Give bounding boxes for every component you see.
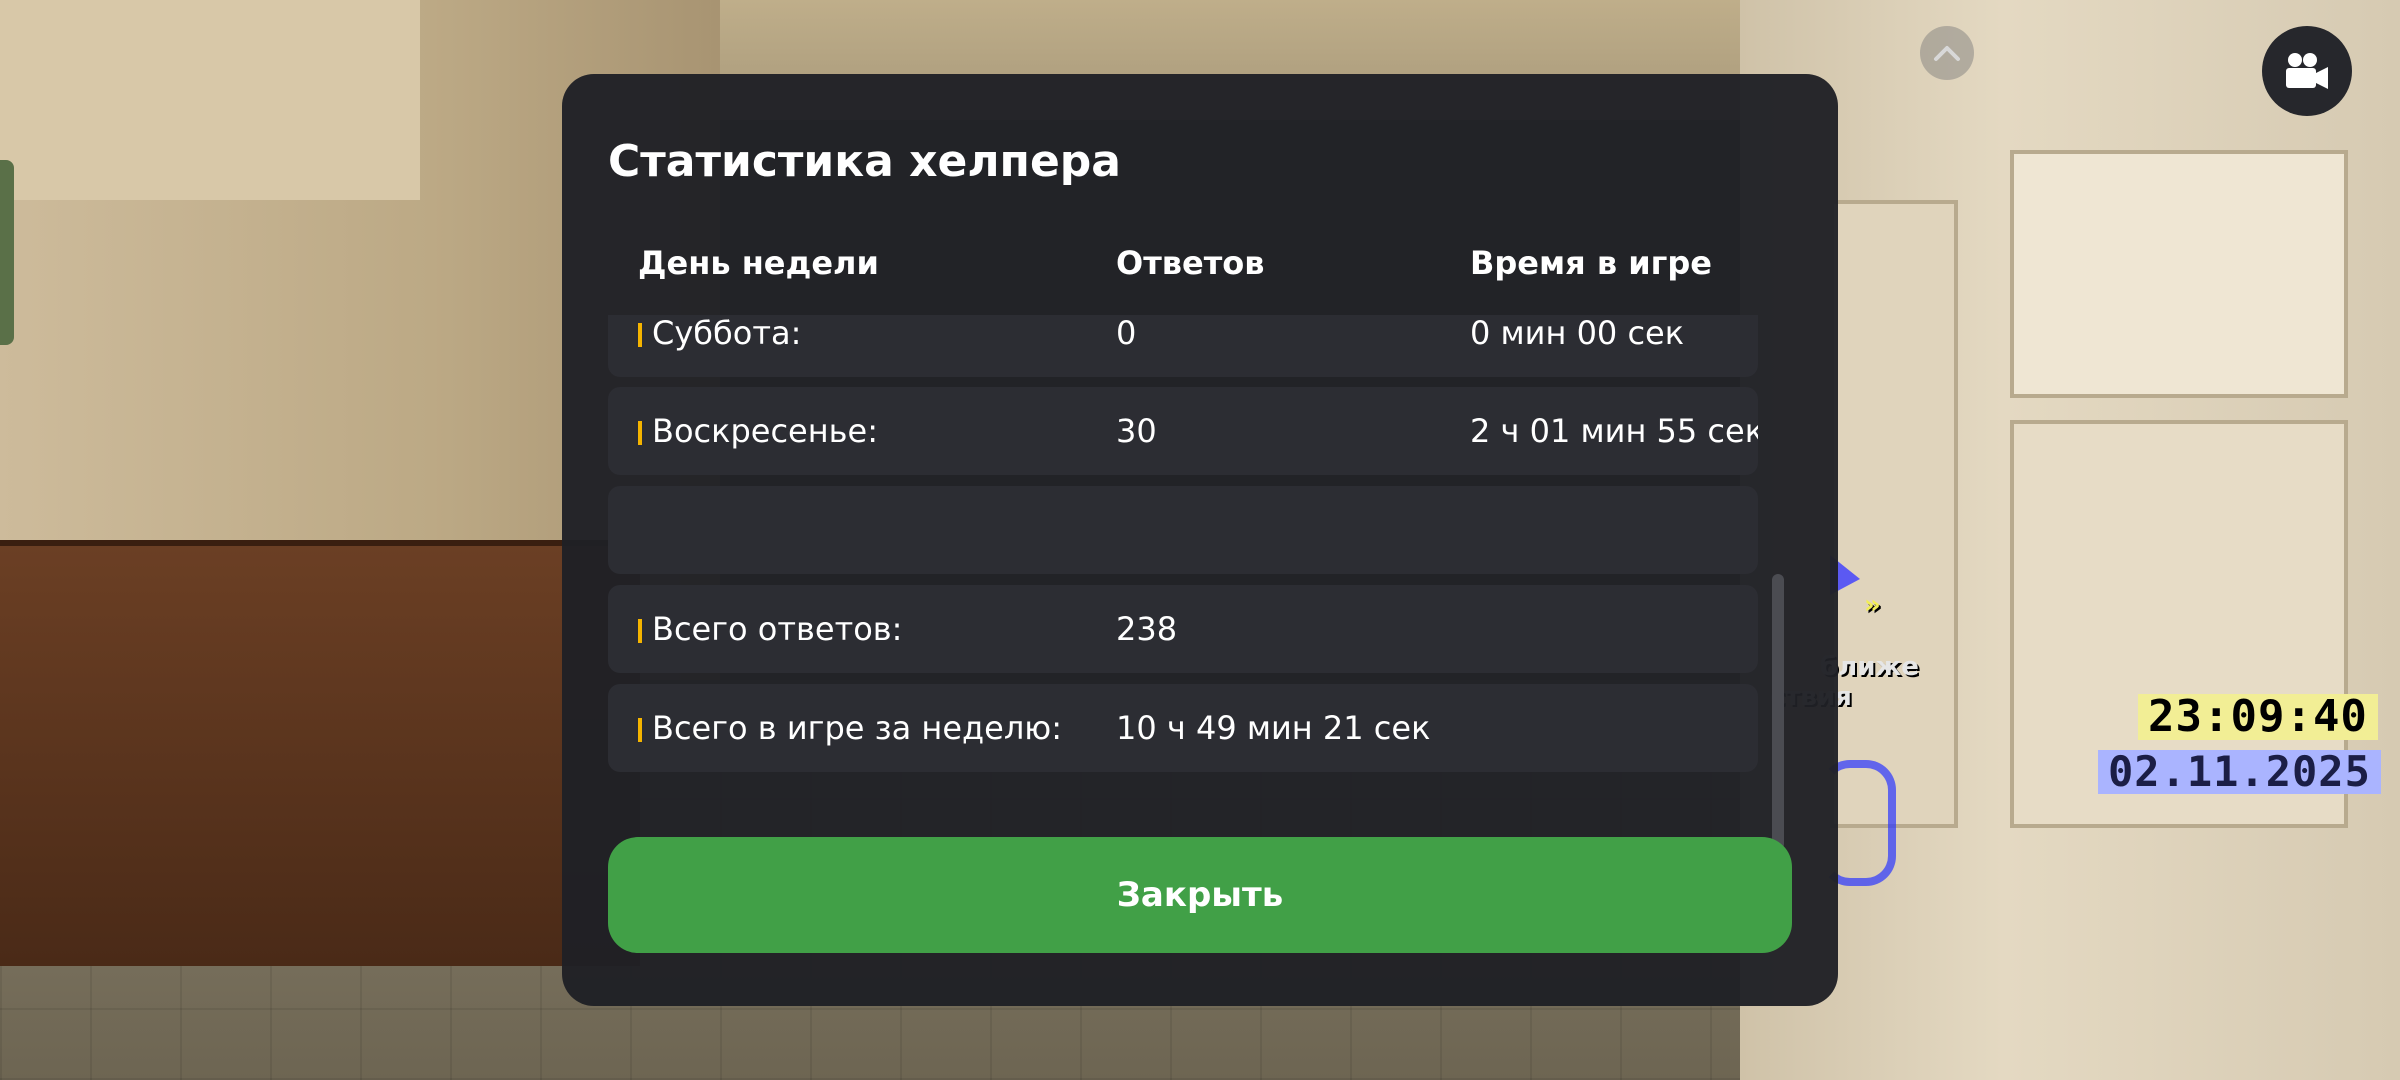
world-label: »: [1864, 590, 1881, 620]
wall-panel: [1830, 200, 1958, 828]
row-time: 0 мин 00 сек: [1470, 315, 1685, 352]
modal-title: Статистика хелпера: [608, 136, 1121, 187]
chevron-up-icon: [1934, 46, 1960, 61]
scrollbar[interactable]: [1772, 574, 1784, 850]
table-row-total-answers: Всего ответов: 238: [608, 585, 1758, 673]
hud-clock: 23:09:40: [2138, 694, 2378, 740]
left-wall-band: [0, 0, 420, 200]
table-row: Воскресенье: 30 2 ч 01 мин 55 сек: [608, 387, 1758, 475]
stats-table[interactable]: Суббота: 0 0 мин 00 сек Воскресенье: 30 …: [608, 315, 1758, 850]
accent-bar: [638, 718, 642, 742]
column-header-day: День недели: [638, 244, 879, 282]
row-day-label: Всего в игре за неделю:: [652, 709, 1062, 747]
row-day: Воскресенье:: [638, 387, 878, 475]
column-header-time: Время в игре: [1470, 244, 1712, 282]
row-day: Всего в игре за неделю:: [638, 684, 1062, 772]
table-row-total-time: Всего в игре за неделю: 10 ч 49 мин 21 с…: [608, 684, 1758, 772]
table-header: День недели Ответов Время в игре: [608, 244, 1758, 294]
row-answers: 30: [1116, 412, 1157, 450]
accent-bar: [638, 323, 642, 347]
row-day: Всего ответов:: [638, 585, 902, 673]
wall-panel: [2010, 150, 2348, 398]
row-day-label: Всего ответов:: [652, 610, 903, 648]
camera-button[interactable]: [2262, 26, 2352, 116]
row-day-label: Суббота:: [652, 315, 802, 352]
close-button[interactable]: Закрыть: [608, 837, 1792, 953]
accent-bar: [638, 619, 642, 643]
accent-bar: [638, 421, 642, 445]
helper-stats-modal: Статистика хелпера День недели Ответов В…: [562, 74, 1838, 1006]
column-header-answers: Ответов: [1116, 244, 1265, 282]
collapse-button[interactable]: [1920, 26, 1974, 80]
video-camera-icon: [2286, 53, 2328, 89]
row-answers: 10 ч 49 мин 21 сек: [1116, 709, 1431, 747]
table-row-empty: [608, 486, 1758, 574]
wood-wainscot: [0, 540, 640, 966]
row-time: 2 ч 01 мин 55 сек: [1470, 412, 1758, 450]
side-tab[interactable]: [0, 160, 14, 345]
row-day-label: Воскресенье:: [652, 412, 878, 450]
hud-date: 02.11.2025: [2098, 750, 2381, 794]
row-answers: 0: [1116, 315, 1137, 352]
table-row: Суббота: 0 0 мин 00 сек: [608, 315, 1758, 377]
row-answers: 238: [1116, 610, 1178, 648]
row-day: Суббота:: [638, 315, 801, 377]
